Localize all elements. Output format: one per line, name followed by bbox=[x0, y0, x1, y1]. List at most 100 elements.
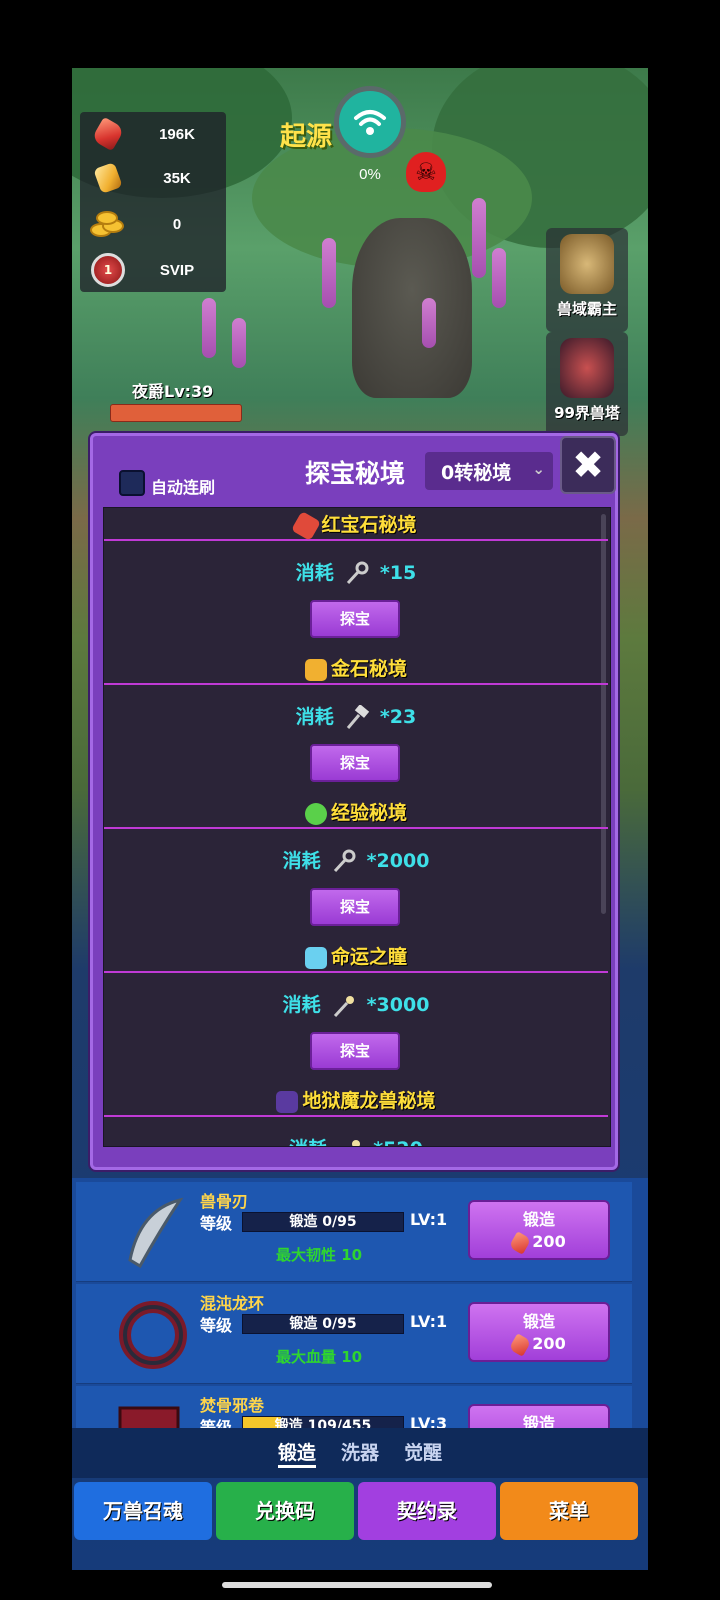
item-stat: 最大韧性 10 bbox=[276, 1246, 363, 1264]
resource-row-vip[interactable]: 1 SVIP bbox=[80, 250, 226, 290]
nav-redeem-code-button[interactable]: 兑换码 bbox=[216, 1482, 354, 1540]
gold-gem-value: 35K bbox=[163, 169, 191, 187]
tab-forge[interactable]: 锻造 bbox=[277, 1438, 316, 1468]
bone-scroll-icon bbox=[110, 1394, 196, 1428]
forge-button[interactable]: 锻造 bbox=[468, 1404, 610, 1428]
forge-progress-bar: 锻造 109/455 bbox=[242, 1416, 404, 1428]
trophy-icon bbox=[560, 234, 614, 294]
red-gem-icon bbox=[508, 1332, 532, 1357]
signal-button[interactable] bbox=[334, 86, 406, 158]
nav-contract-button[interactable]: 契约录 bbox=[358, 1482, 496, 1540]
item-stat: 最大血量 10 bbox=[276, 1348, 363, 1366]
item-level: LV:1 bbox=[410, 1312, 448, 1331]
red-gem-icon bbox=[508, 1230, 532, 1255]
tab-wash[interactable]: 洗器 bbox=[341, 1438, 379, 1465]
treasure-realm-dialog: 自动连刷 探宝秘境 0转秘境 ⌄ ✖ 红宝石秘境 消耗 *15 探宝 金石秘境 bbox=[90, 433, 618, 1170]
auto-repeat-checkbox[interactable] bbox=[119, 470, 145, 496]
forge-item: 焚骨邪卷 等级 锻造 109/455 LV:3 锻造 bbox=[76, 1386, 632, 1428]
resource-row-red-gem: 196K bbox=[80, 114, 226, 154]
gold-gem-icon bbox=[304, 658, 327, 681]
cost-label: 消耗 bbox=[282, 850, 321, 872]
forge-progress-bar: 锻造 0/95 bbox=[242, 1314, 404, 1334]
cost-label: 消耗 bbox=[282, 994, 321, 1016]
dialog-title: 探宝秘境 bbox=[305, 459, 406, 488]
resource-row-gold-gem: 35K bbox=[80, 158, 226, 198]
forge-item: 混沌龙环 等级 锻造 0/95 LV:1 最大血量 10 锻造 200 bbox=[76, 1284, 632, 1384]
realm-tier-select[interactable]: 0转秘境 ⌄ bbox=[425, 452, 553, 490]
flower-decor bbox=[232, 318, 246, 368]
item-name: 焚骨邪卷 bbox=[200, 1396, 265, 1415]
treasure-button[interactable]: 探宝 bbox=[310, 744, 400, 782]
key-icon bbox=[344, 561, 370, 587]
realm-name: 命运之瞳 bbox=[330, 946, 407, 968]
realm-name: 地狱魔龙兽秘境 bbox=[302, 1090, 436, 1112]
forge-item: 兽骨刃 等级 锻造 0/95 LV:1 最大韧性 10 锻造 200 bbox=[76, 1182, 632, 1282]
item-name: 兽骨刃 bbox=[200, 1192, 249, 1211]
gold-gem-icon bbox=[88, 161, 128, 195]
realm-name: 金石秘境 bbox=[330, 658, 407, 680]
item-level-label: 等级 bbox=[200, 1418, 233, 1428]
tree-trunk-decor bbox=[352, 218, 472, 398]
red-gem-icon bbox=[88, 116, 128, 152]
resource-row-coins: 0 bbox=[80, 204, 226, 244]
treasure-button[interactable]: 探宝 bbox=[310, 600, 400, 638]
realm-list[interactable]: 红宝石秘境 消耗 *15 探宝 金石秘境 消耗 *23 探宝 经验秘境 消耗 *200… bbox=[103, 507, 611, 1147]
tower-button[interactable]: 99界兽塔 bbox=[546, 332, 628, 436]
realm-item: 红宝石秘境 消耗 *15 探宝 bbox=[104, 508, 608, 652]
player-hp-bar bbox=[110, 404, 242, 422]
nav-summon-button[interactable]: 万兽召魂 bbox=[74, 1482, 212, 1540]
demon-tower-icon bbox=[560, 338, 614, 398]
signal-percent: 0% bbox=[359, 166, 381, 183]
forge-button-label: 锻造 bbox=[522, 1210, 555, 1229]
coins-icon bbox=[88, 207, 128, 241]
item-level-label: 等级 bbox=[200, 1214, 233, 1233]
treasure-button[interactable]: 探宝 bbox=[310, 888, 400, 926]
game-screen: 196K 35K 0 1 SVIP 起源 0% ☠ 兽域霸主 99界兽塔 夜爵L… bbox=[72, 68, 648, 1570]
potion-icon bbox=[304, 802, 327, 825]
overlord-button[interactable]: 兽域霸主 bbox=[546, 228, 628, 332]
scepter-icon bbox=[331, 993, 357, 1019]
forge-list[interactable]: 兽骨刃 等级 锻造 0/95 LV:1 最大韧性 10 锻造 200 混沌龙环 … bbox=[72, 1178, 648, 1428]
forge-button-label: 锻造 bbox=[522, 1312, 555, 1331]
vip-value: SVIP bbox=[159, 261, 195, 279]
forge-progress-text: 锻造 0/95 bbox=[289, 1316, 357, 1332]
skull-icon[interactable]: ☠ bbox=[406, 152, 446, 192]
map-title: 起源 bbox=[280, 122, 333, 152]
flower-decor bbox=[472, 198, 486, 278]
treasure-button[interactable]: 探宝 bbox=[310, 1032, 400, 1070]
flower-decor bbox=[322, 238, 336, 308]
cost-label: 消耗 bbox=[289, 1138, 327, 1146]
tower-label: 99界兽塔 bbox=[554, 404, 620, 422]
tab-awaken[interactable]: 觉醒 bbox=[404, 1438, 442, 1465]
forge-button[interactable]: 锻造 200 bbox=[468, 1200, 610, 1260]
red-gem-icon bbox=[291, 510, 322, 541]
vip-badge-icon: 1 bbox=[88, 253, 128, 287]
flower-decor bbox=[422, 298, 436, 348]
forge-price: 200 bbox=[532, 1334, 566, 1353]
chevron-down-icon: ⌄ bbox=[532, 460, 545, 478]
realm-cost: *23 bbox=[379, 706, 417, 728]
realm-item: 地狱魔龙兽秘境 消耗 *520 bbox=[104, 1084, 608, 1146]
realm-cost: *2000 bbox=[366, 850, 430, 872]
realm-cost: *3000 bbox=[366, 994, 430, 1016]
key-icon bbox=[331, 849, 357, 875]
chaos-dragon-ring-icon bbox=[110, 1292, 196, 1378]
realm-cost: *15 bbox=[379, 562, 417, 584]
overlord-label: 兽域霸主 bbox=[556, 300, 617, 318]
forge-sub-tabs: 锻造 洗器 觉醒 bbox=[72, 1428, 648, 1478]
realm-tier-value: 0转秘境 bbox=[441, 461, 512, 484]
close-button[interactable]: ✖ bbox=[560, 436, 616, 494]
forge-progress-text: 锻造 0/95 bbox=[289, 1214, 357, 1230]
flower-decor bbox=[202, 298, 216, 358]
item-level-label: 等级 bbox=[200, 1316, 233, 1335]
auto-repeat-label: 自动连刷 bbox=[151, 478, 216, 497]
nav-menu-button[interactable]: 菜单 bbox=[500, 1482, 638, 1540]
red-gem-value: 196K bbox=[159, 125, 195, 143]
realm-name: 红宝石秘境 bbox=[321, 514, 417, 536]
cost-label: 消耗 bbox=[295, 706, 334, 728]
forge-button[interactable]: 锻造 200 bbox=[468, 1302, 610, 1362]
home-indicator[interactable] bbox=[222, 1582, 492, 1588]
bottom-nav: 万兽召魂 兑换码 契约录 菜单 bbox=[72, 1478, 648, 1542]
realm-name: 经验秘境 bbox=[330, 802, 407, 824]
item-name: 混沌龙环 bbox=[200, 1294, 265, 1313]
